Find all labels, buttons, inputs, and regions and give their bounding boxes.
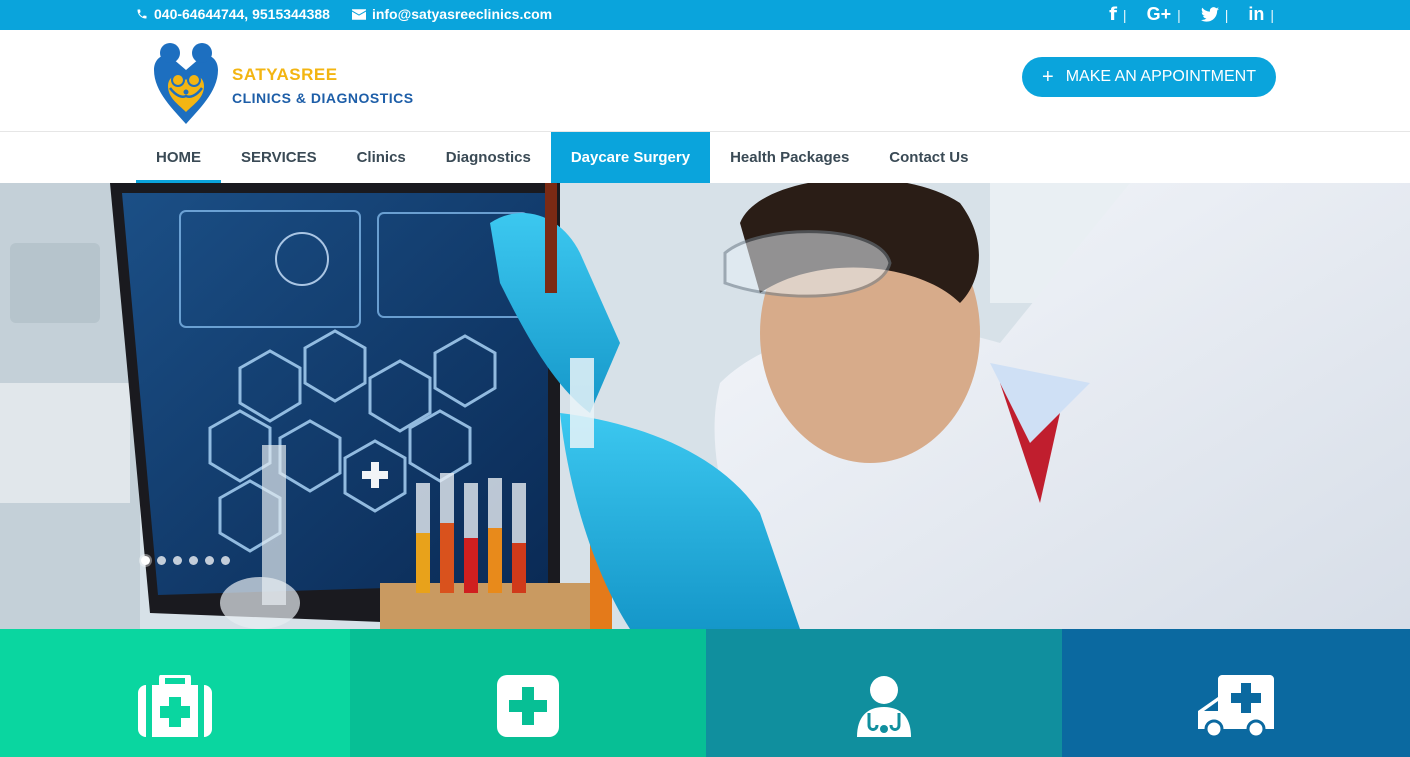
brand-name: SATYASREE	[232, 64, 338, 84]
nav-item-clinics[interactable]: Clinics	[337, 132, 426, 183]
contact-info: 040-64644744, 9515344388 info@satyasreec…	[136, 6, 552, 22]
first-aid-kit-icon	[138, 675, 212, 737]
make-appointment-button[interactable]: + MAKE AN APPOINTMENT	[1022, 57, 1276, 97]
separator: |	[1177, 6, 1181, 23]
social-links: f | G+ | | in |	[1109, 4, 1274, 25]
nav-item-daycare-surgery[interactable]: Daycare Surgery	[550, 132, 711, 183]
feature-first-aid[interactable]	[0, 629, 350, 757]
nav-menu: HOME SERVICES Clinics Diagnostics Daycar…	[136, 132, 988, 183]
slider-dot[interactable]	[189, 556, 198, 565]
hero-slider[interactable]	[0, 183, 1410, 629]
twitter-icon	[1200, 7, 1219, 22]
feature-strip	[0, 629, 1410, 757]
slider-dot[interactable]	[221, 556, 230, 565]
phone-icon	[137, 9, 147, 19]
medical-cross-icon	[497, 675, 559, 737]
site-header: SATYASREE CLINICS & DIAGNOSTICS + MAKE A…	[0, 30, 1410, 132]
doctor-icon	[857, 676, 911, 737]
linkedin-link[interactable]: in |	[1248, 4, 1274, 25]
logo-emblem-icon	[154, 43, 218, 124]
separator: |	[1224, 6, 1229, 23]
nav-item-diagnostics[interactable]: Diagnostics	[426, 132, 551, 183]
main-navigation: HOME SERVICES Clinics Diagnostics Daycar…	[0, 132, 1410, 183]
separator: |	[1122, 6, 1127, 23]
ambulance-icon	[1198, 675, 1274, 737]
top-contact-bar: 040-64644744, 9515344388 info@satyasreec…	[0, 0, 1410, 30]
twitter-link[interactable]: |	[1200, 6, 1229, 23]
logo-wordmark: SATYASREE CLINICS & DIAGNOSTICS	[232, 65, 414, 106]
slider-dot-active[interactable]	[141, 556, 150, 565]
email-address: info@satyasreeclinics.com	[371, 6, 553, 22]
slider-pagination	[141, 556, 230, 565]
google-plus-icon: G+	[1146, 4, 1172, 24]
plus-icon: +	[1042, 66, 1054, 88]
slider-dot[interactable]	[205, 556, 214, 565]
feature-ambulance[interactable]	[1062, 629, 1410, 757]
facebook-link[interactable]: f |	[1109, 4, 1126, 25]
appointment-label: MAKE AN APPOINTMENT	[1065, 68, 1256, 85]
slider-dot[interactable]	[157, 556, 166, 565]
nav-item-contact-us[interactable]: Contact Us	[869, 132, 988, 183]
separator: |	[1270, 6, 1274, 23]
slider-dot[interactable]	[173, 556, 182, 565]
phone-numbers: 040-64644744, 9515344388	[154, 6, 330, 22]
nav-item-home[interactable]: HOME	[136, 132, 221, 183]
email-contact[interactable]: info@satyasreeclinics.com	[351, 6, 553, 22]
site-logo[interactable]: SATYASREE CLINICS & DIAGNOSTICS	[146, 40, 414, 126]
google-plus-link[interactable]: G+ |	[1147, 4, 1181, 25]
feature-medical[interactable]	[350, 629, 706, 757]
envelope-icon	[351, 8, 366, 20]
nav-item-services[interactable]: SERVICES	[221, 132, 337, 183]
linkedin-icon: in	[1248, 4, 1265, 24]
nav-item-health-packages[interactable]: Health Packages	[710, 132, 869, 183]
brand-tagline: CLINICS & DIAGNOSTICS	[232, 89, 414, 106]
facebook-icon: f	[1109, 4, 1117, 25]
phone-contact[interactable]: 040-64644744, 9515344388	[136, 6, 330, 22]
feature-doctor[interactable]	[706, 629, 1062, 757]
